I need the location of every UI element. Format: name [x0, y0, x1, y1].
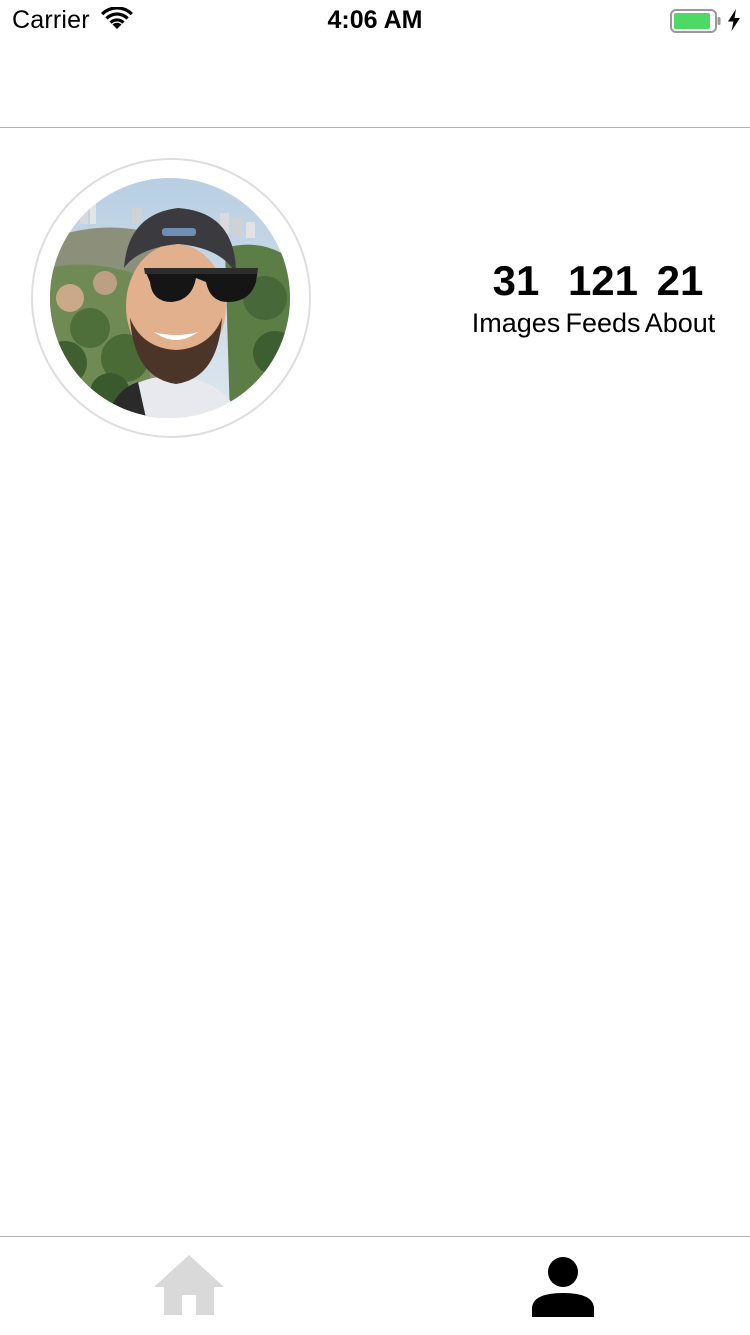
- stat-about-label: About: [644, 308, 716, 338]
- navigation-bar: [0, 40, 750, 128]
- tab-profile[interactable]: [375, 1237, 750, 1335]
- charging-bolt-icon: [728, 9, 740, 31]
- stat-about-count: 21: [656, 257, 704, 304]
- tab-home[interactable]: [0, 1237, 375, 1335]
- stat-feeds-count: 121: [567, 257, 639, 304]
- stat-feeds[interactable]: 121 Feeds: [564, 256, 642, 340]
- battery-icon: [670, 9, 721, 33]
- home-icon: [154, 1255, 224, 1315]
- status-time: 4:06 AM: [327, 6, 423, 34]
- stat-images-count: 31: [492, 257, 540, 304]
- tab-bar: [0, 1236, 750, 1335]
- profile-stats: 31 Images 121 Feeds 21 About: [466, 256, 726, 346]
- stat-about[interactable]: 21 About: [642, 256, 718, 340]
- stat-images-label: Images: [471, 308, 561, 338]
- person-icon: [532, 1257, 594, 1317]
- stat-feeds-label: Feeds: [565, 308, 641, 338]
- avatar[interactable]: [50, 178, 290, 418]
- status-bar: Carrier 4:06 AM: [0, 0, 750, 40]
- stat-images[interactable]: 31 Images: [468, 256, 564, 340]
